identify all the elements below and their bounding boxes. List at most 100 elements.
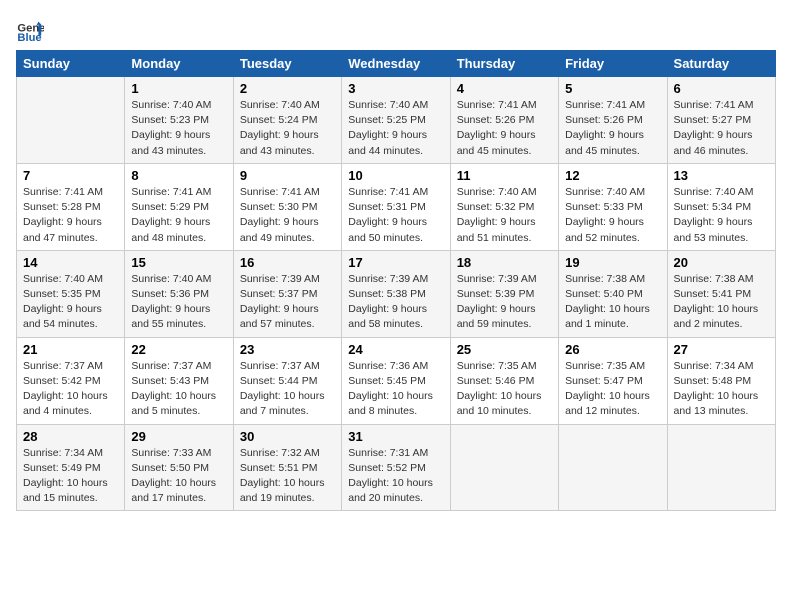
day-info: Sunrise: 7:41 AM Sunset: 5:28 PM Dayligh… — [23, 186, 103, 244]
cell-w5-d5 — [450, 424, 558, 511]
day-info: Sunrise: 7:40 AM Sunset: 5:34 PM Dayligh… — [674, 186, 754, 244]
day-info: Sunrise: 7:40 AM Sunset: 5:25 PM Dayligh… — [348, 99, 428, 157]
day-number: 6 — [674, 81, 769, 96]
cell-w3-d7: 20Sunrise: 7:38 AM Sunset: 5:41 PM Dayli… — [667, 250, 775, 337]
day-info: Sunrise: 7:33 AM Sunset: 5:50 PM Dayligh… — [131, 447, 216, 505]
day-number: 13 — [674, 168, 769, 183]
day-info: Sunrise: 7:40 AM Sunset: 5:24 PM Dayligh… — [240, 99, 320, 157]
cell-w3-d5: 18 Sunrise: 7:39 AM Sunset: 5:39 PM Dayli… — [450, 250, 558, 337]
header-tuesday: Tuesday — [233, 51, 341, 77]
week-row-5: 28 Sunrise: 7:34 AM Sunset: 5:49 PM Dayli… — [17, 424, 776, 511]
day-info: Sunrise: 7:36 AM Sunset: 5:45 PM Dayligh… — [348, 360, 433, 418]
day-info: Sunrise: 7:31 AM Sunset: 5:52 PM Dayligh… — [348, 447, 433, 505]
logo-icon: General Blue — [16, 16, 44, 44]
cell-w1-d5: 4 Sunrise: 7:41 AM Sunset: 5:26 PM Daylig… — [450, 77, 558, 164]
day-number: 17 — [348, 255, 443, 270]
cell-w4-d3: 23 Sunrise: 7:37 AM Sunset: 5:44 PM Dayli… — [233, 337, 341, 424]
day-info: Sunrise: 7:40 AM Sunset: 5:23 PM Dayligh… — [131, 99, 211, 157]
cell-w3-d6: 19Sunrise: 7:38 AM Sunset: 5:40 PM Dayli… — [559, 250, 667, 337]
cell-w1-d3: 2Sunrise: 7:40 AM Sunset: 5:24 PM Daylig… — [233, 77, 341, 164]
day-number: 11 — [457, 168, 552, 183]
cell-w5-d3: 30Sunrise: 7:32 AM Sunset: 5:51 PM Dayli… — [233, 424, 341, 511]
svg-text:Blue: Blue — [17, 32, 41, 44]
cell-w4-d1: 21Sunrise: 7:37 AM Sunset: 5:42 PM Dayli… — [17, 337, 125, 424]
day-number: 15 — [131, 255, 226, 270]
cell-w2-d4: 10 Sunrise: 7:41 AM Sunset: 5:31 PM Dayli… — [342, 163, 450, 250]
day-info: Sunrise: 7:41 AM Sunset: 5:31 PM Dayligh… — [348, 186, 428, 244]
cell-w2-d3: 9 Sunrise: 7:41 AM Sunset: 5:30 PM Daylig… — [233, 163, 341, 250]
day-number: 9 — [240, 168, 335, 183]
day-number: 10 — [348, 168, 443, 183]
day-info: Sunrise: 7:35 AM Sunset: 5:47 PM Dayligh… — [565, 360, 650, 418]
cell-w3-d3: 16 Sunrise: 7:39 AM Sunset: 5:37 PM Dayli… — [233, 250, 341, 337]
calendar-header-row: SundayMondayTuesdayWednesdayThursdayFrid… — [17, 51, 776, 77]
day-number: 29 — [131, 429, 226, 444]
cell-w1-d1 — [17, 77, 125, 164]
day-info: Sunrise: 7:41 AM Sunset: 5:27 PM Dayligh… — [674, 99, 754, 157]
week-row-2: 7 Sunrise: 7:41 AM Sunset: 5:28 PM Daylig… — [17, 163, 776, 250]
day-number: 25 — [457, 342, 552, 357]
day-number: 5 — [565, 81, 660, 96]
cell-w5-d4: 31 Sunrise: 7:31 AM Sunset: 5:52 PM Dayli… — [342, 424, 450, 511]
cell-w2-d1: 7 Sunrise: 7:41 AM Sunset: 5:28 PM Daylig… — [17, 163, 125, 250]
cell-w1-d6: 5 Sunrise: 7:41 AM Sunset: 5:26 PM Daylig… — [559, 77, 667, 164]
day-info: Sunrise: 7:40 AM Sunset: 5:36 PM Dayligh… — [131, 273, 211, 331]
header-thursday: Thursday — [450, 51, 558, 77]
day-info: Sunrise: 7:39 AM Sunset: 5:38 PM Dayligh… — [348, 273, 428, 331]
cell-w4-d7: 27 Sunrise: 7:34 AM Sunset: 5:48 PM Dayli… — [667, 337, 775, 424]
day-info: Sunrise: 7:37 AM Sunset: 5:43 PM Dayligh… — [131, 360, 216, 418]
week-row-1: 1 Sunrise: 7:40 AM Sunset: 5:23 PM Daylig… — [17, 77, 776, 164]
cell-w5-d1: 28 Sunrise: 7:34 AM Sunset: 5:49 PM Dayli… — [17, 424, 125, 511]
day-number: 7 — [23, 168, 118, 183]
day-info: Sunrise: 7:39 AM Sunset: 5:37 PM Dayligh… — [240, 273, 320, 331]
day-info: Sunrise: 7:39 AM Sunset: 5:39 PM Dayligh… — [457, 273, 537, 331]
day-info: Sunrise: 7:41 AM Sunset: 5:30 PM Dayligh… — [240, 186, 320, 244]
day-number: 14 — [23, 255, 118, 270]
cell-w5-d2: 29 Sunrise: 7:33 AM Sunset: 5:50 PM Dayli… — [125, 424, 233, 511]
day-number: 22 — [131, 342, 226, 357]
logo: General Blue — [16, 16, 48, 44]
day-info: Sunrise: 7:40 AM Sunset: 5:32 PM Dayligh… — [457, 186, 537, 244]
day-info: Sunrise: 7:37 AM Sunset: 5:44 PM Dayligh… — [240, 360, 325, 418]
day-info: Sunrise: 7:38 AM Sunset: 5:41 PM Dayligh… — [674, 273, 759, 331]
cell-w3-d1: 14Sunrise: 7:40 AM Sunset: 5:35 PM Dayli… — [17, 250, 125, 337]
day-info: Sunrise: 7:32 AM Sunset: 5:51 PM Dayligh… — [240, 447, 325, 505]
calendar-table: SundayMondayTuesdayWednesdayThursdayFrid… — [16, 50, 776, 511]
day-number: 27 — [674, 342, 769, 357]
cell-w5-d7 — [667, 424, 775, 511]
cell-w2-d6: 12 Sunrise: 7:40 AM Sunset: 5:33 PM Dayli… — [559, 163, 667, 250]
day-number: 23 — [240, 342, 335, 357]
day-number: 3 — [348, 81, 443, 96]
day-info: Sunrise: 7:40 AM Sunset: 5:33 PM Dayligh… — [565, 186, 645, 244]
day-info: Sunrise: 7:34 AM Sunset: 5:48 PM Dayligh… — [674, 360, 759, 418]
day-number: 1 — [131, 81, 226, 96]
day-number: 8 — [131, 168, 226, 183]
header-saturday: Saturday — [667, 51, 775, 77]
day-info: Sunrise: 7:37 AM Sunset: 5:42 PM Dayligh… — [23, 360, 108, 418]
day-number: 19 — [565, 255, 660, 270]
day-info: Sunrise: 7:35 AM Sunset: 5:46 PM Dayligh… — [457, 360, 542, 418]
day-number: 12 — [565, 168, 660, 183]
day-info: Sunrise: 7:34 AM Sunset: 5:49 PM Dayligh… — [23, 447, 108, 505]
day-info: Sunrise: 7:41 AM Sunset: 5:26 PM Dayligh… — [565, 99, 645, 157]
header-monday: Monday — [125, 51, 233, 77]
cell-w3-d2: 15 Sunrise: 7:40 AM Sunset: 5:36 PM Dayli… — [125, 250, 233, 337]
header-sunday: Sunday — [17, 51, 125, 77]
cell-w2-d7: 13 Sunrise: 7:40 AM Sunset: 5:34 PM Dayli… — [667, 163, 775, 250]
day-number: 18 — [457, 255, 552, 270]
day-number: 31 — [348, 429, 443, 444]
week-row-3: 14Sunrise: 7:40 AM Sunset: 5:35 PM Dayli… — [17, 250, 776, 337]
day-number: 16 — [240, 255, 335, 270]
header: General Blue — [16, 16, 776, 44]
week-row-4: 21Sunrise: 7:37 AM Sunset: 5:42 PM Dayli… — [17, 337, 776, 424]
day-number: 4 — [457, 81, 552, 96]
cell-w2-d2: 8Sunrise: 7:41 AM Sunset: 5:29 PM Daylig… — [125, 163, 233, 250]
cell-w4-d2: 22 Sunrise: 7:37 AM Sunset: 5:43 PM Dayli… — [125, 337, 233, 424]
cell-w1-d4: 3 Sunrise: 7:40 AM Sunset: 5:25 PM Daylig… — [342, 77, 450, 164]
cell-w4-d6: 26Sunrise: 7:35 AM Sunset: 5:47 PM Dayli… — [559, 337, 667, 424]
cell-w4-d4: 24Sunrise: 7:36 AM Sunset: 5:45 PM Dayli… — [342, 337, 450, 424]
day-number: 28 — [23, 429, 118, 444]
cell-w5-d6 — [559, 424, 667, 511]
cell-w1-d2: 1 Sunrise: 7:40 AM Sunset: 5:23 PM Daylig… — [125, 77, 233, 164]
day-info: Sunrise: 7:41 AM Sunset: 5:26 PM Dayligh… — [457, 99, 537, 157]
